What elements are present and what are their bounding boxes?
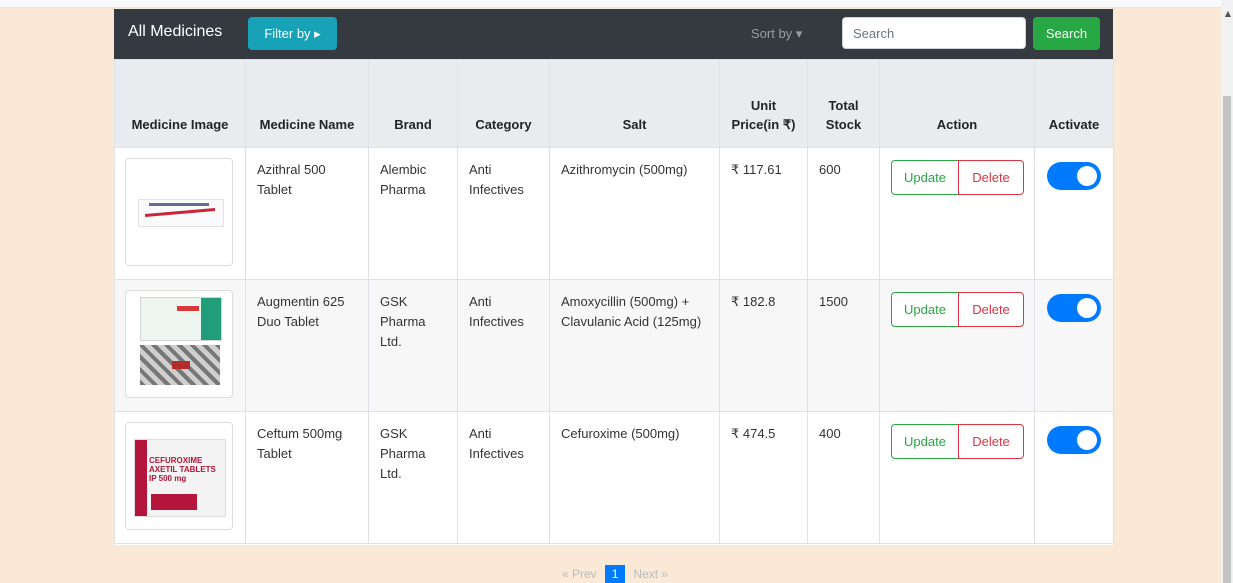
price-cell: ₹ 474.5 (719, 411, 808, 544)
search-button[interactable]: Search (1033, 17, 1100, 50)
header-salt: Salt (549, 59, 720, 148)
category-cell: Anti Infectives (457, 147, 550, 280)
action-cell: Update Delete (879, 411, 1035, 544)
medicine-image[interactable]: CEFUROXIME AXETIL TABLETS IP 500 mg (125, 422, 233, 530)
medicine-name: Ceftum 500mg Tablet (245, 411, 369, 544)
scrollbar-thumb[interactable] (1223, 96, 1231, 583)
pagination: « Prev 1 Next » (559, 564, 671, 583)
medicine-image-cell (114, 147, 246, 280)
page-scrollbar[interactable]: ▲ (1221, 0, 1233, 583)
augmentin-box-image (140, 297, 222, 341)
delete-button[interactable]: Delete (958, 160, 1024, 195)
table-row: Azithral 500 Tablet Alembic Pharma Anti … (114, 147, 1114, 280)
activate-cell (1034, 411, 1114, 544)
brand-cell: Alembic Pharma (368, 147, 458, 280)
table-header-row: Medicine Image Medicine Name Brand Categ… (114, 59, 1114, 148)
header-total-stock: Total Stock (807, 59, 880, 148)
search-input[interactable] (842, 17, 1026, 49)
update-button[interactable]: Update (891, 160, 959, 195)
page-title: All Medicines (128, 23, 223, 40)
header-category: Category (457, 59, 550, 148)
stock-cell: 600 (807, 147, 880, 280)
azithral-package-image (138, 199, 224, 227)
filter-by-button[interactable]: Filter by ▸ (248, 17, 337, 50)
sort-by-dropdown[interactable]: Sort by ▾ (751, 26, 802, 42)
action-button-group: Update Delete (891, 424, 1025, 459)
table-row: Augmentin 625 Duo Tablet GSK Pharma Ltd.… (114, 279, 1114, 412)
ceftum-box-image: CEFUROXIME AXETIL TABLETS IP 500 mg (134, 439, 226, 517)
prev-page-link[interactable]: « Prev (559, 567, 600, 581)
header-unit-price: Unit Price(in ₹) (719, 59, 808, 148)
delete-button[interactable]: Delete (958, 292, 1024, 327)
scroll-up-arrow-icon[interactable]: ▲ (1225, 10, 1231, 18)
medicine-name: Azithral 500 Tablet (245, 147, 369, 280)
category-cell: Anti Infectives (457, 279, 550, 412)
action-button-group: Update Delete (891, 160, 1025, 195)
salt-cell: Amoxycillin (500mg) + Clavulanic Acid (1… (549, 279, 720, 412)
medicine-image-cell (114, 279, 246, 412)
medicine-image[interactable] (125, 290, 233, 398)
activate-toggle[interactable] (1047, 294, 1101, 322)
current-page[interactable]: 1 (604, 564, 626, 583)
browser-top-strip (0, 0, 1222, 8)
salt-cell: Cefuroxime (500mg) (549, 411, 720, 544)
delete-button[interactable]: Delete (958, 424, 1024, 459)
brand-cell: GSK Pharma Ltd. (368, 411, 458, 544)
top-navbar: All Medicines Filter by ▸ Sort by ▾ Sear… (114, 9, 1113, 59)
price-cell: ₹ 182.8 (719, 279, 808, 412)
augmentin-blister-image (140, 345, 220, 385)
medicine-image[interactable] (125, 158, 233, 266)
activate-cell (1034, 279, 1114, 412)
next-page-link[interactable]: Next » (630, 567, 671, 581)
medicine-image-cell: CEFUROXIME AXETIL TABLETS IP 500 mg (114, 411, 246, 544)
header-medicine-image: Medicine Image (114, 59, 246, 148)
medicines-table: Medicine Image Medicine Name Brand Categ… (114, 59, 1114, 544)
stock-cell: 1500 (807, 279, 880, 412)
header-brand: Brand (368, 59, 458, 148)
salt-cell: Azithromycin (500mg) (549, 147, 720, 280)
medicines-panel: All Medicines Filter by ▸ Sort by ▾ Sear… (114, 9, 1114, 545)
price-cell: ₹ 117.61 (719, 147, 808, 280)
update-button[interactable]: Update (891, 292, 959, 327)
medicine-name: Augmentin 625 Duo Tablet (245, 279, 369, 412)
activate-cell (1034, 147, 1114, 280)
ceftum-box-text: CEFUROXIME AXETIL TABLETS IP 500 mg (149, 456, 216, 483)
header-activate: Activate (1034, 59, 1114, 148)
category-cell: Anti Infectives (457, 411, 550, 544)
header-medicine-name: Medicine Name (245, 59, 369, 148)
stock-cell: 400 (807, 411, 880, 544)
table-row: CEFUROXIME AXETIL TABLETS IP 500 mg Ceft… (114, 411, 1114, 544)
toggle-knob (1077, 298, 1097, 318)
toggle-knob (1077, 430, 1097, 450)
toggle-knob (1077, 166, 1097, 186)
action-button-group: Update Delete (891, 292, 1025, 327)
action-cell: Update Delete (879, 279, 1035, 412)
brand-cell: GSK Pharma Ltd. (368, 279, 458, 412)
activate-toggle[interactable] (1047, 426, 1101, 454)
update-button[interactable]: Update (891, 424, 959, 459)
action-cell: Update Delete (879, 147, 1035, 280)
header-action: Action (879, 59, 1035, 148)
activate-toggle[interactable] (1047, 162, 1101, 190)
